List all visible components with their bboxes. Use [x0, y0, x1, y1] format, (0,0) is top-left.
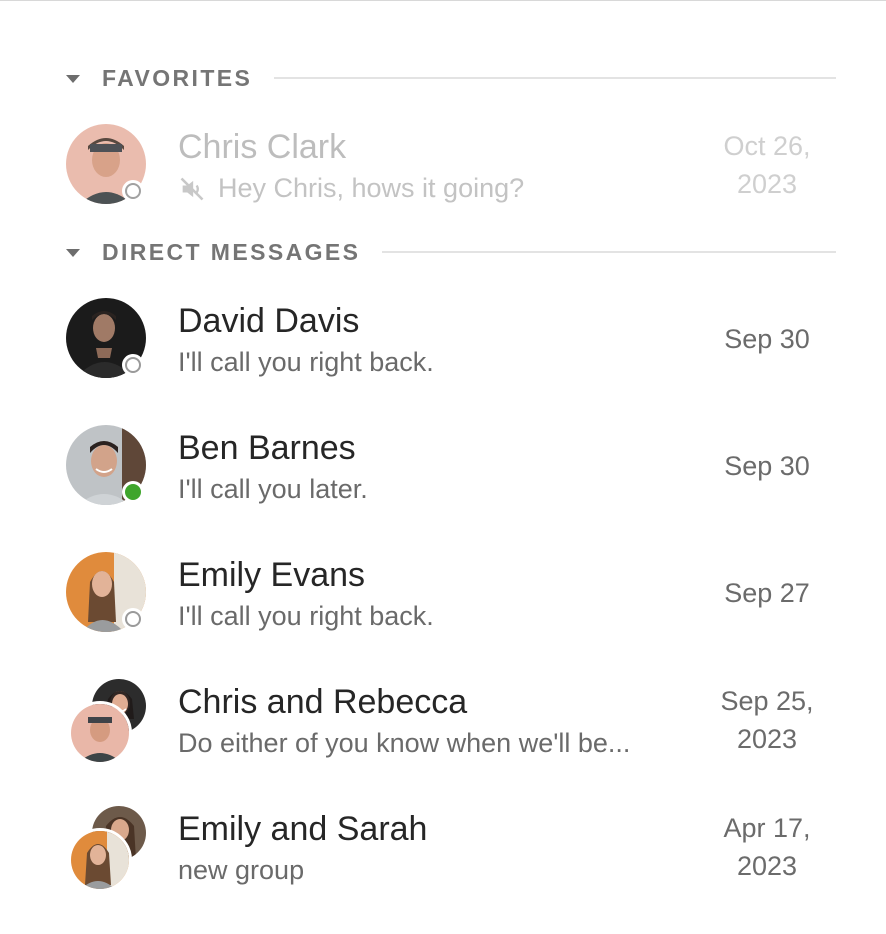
conversation-preview-text: Hey Chris, hows it going?: [218, 173, 525, 203]
top-divider: [0, 0, 886, 1]
conversation-name: Emily Evans: [178, 556, 366, 594]
conversation-row-emily-and-sarah[interactable]: Emily and Sarah new group Apr 17, 2023: [0, 806, 886, 934]
conversation-row-chris-and-rebecca[interactable]: Chris and Rebecca Do either of you know …: [0, 679, 886, 807]
avatar: [66, 124, 150, 208]
avatar: [66, 298, 150, 382]
section-divider: [274, 77, 836, 79]
date-line-2: 2023: [736, 724, 798, 754]
conversation-name: Chris Clark: [178, 128, 347, 166]
presence-offline-indicator: [122, 180, 144, 202]
conversation-preview: I'll call you right back.: [178, 601, 434, 631]
date-line-1: Oct 26,: [723, 131, 811, 161]
avatar-image-emily: [68, 828, 132, 892]
conversation-name: David Davis: [178, 302, 360, 340]
caret-down-icon[interactable]: [66, 249, 80, 257]
presence-offline-indicator: [122, 354, 144, 376]
conversation-name: Emily and Sarah: [178, 810, 428, 848]
conversation-date: Oct 26, 2023: [702, 127, 832, 203]
group-avatar: [66, 806, 150, 892]
conversation-name: Ben Barnes: [178, 429, 356, 467]
caret-down-icon[interactable]: [66, 75, 80, 83]
avatar: [66, 552, 150, 636]
conversation-row-chris-clark[interactable]: Chris Clark Hey Chris, hows it going? Oc…: [0, 124, 886, 252]
conversation-date: Sep 25, 2023: [702, 682, 832, 758]
conversation-preview: new group: [178, 855, 305, 885]
group-avatar: [66, 679, 150, 765]
conversation-date: Sep 27: [724, 578, 810, 608]
conversation-date: Apr 17, 2023: [702, 809, 832, 885]
conversation-preview: Hey Chris, hows it going?: [178, 173, 524, 204]
date-line-1: Sep 25,: [720, 686, 814, 716]
conversation-date: Sep 30: [724, 451, 810, 481]
conversation-date: Sep 30: [724, 324, 810, 354]
section-title-favorites: FAVORITES: [102, 64, 253, 91]
date-line-2: 2023: [736, 851, 798, 881]
conversation-row-david-davis[interactable]: David Davis I'll call you right back. Se…: [0, 298, 886, 426]
conversation-preview: I'll call you later.: [178, 474, 368, 504]
section-title-direct-messages: DIRECT MESSAGES: [102, 238, 361, 265]
presence-online-indicator: [122, 481, 144, 503]
conversation-preview: I'll call you right back.: [178, 347, 434, 377]
section-divider: [382, 251, 836, 253]
date-line-1: Apr 17,: [723, 813, 811, 843]
conversation-row-emily-evans[interactable]: Emily Evans I'll call you right back. Se…: [0, 552, 886, 680]
favorites-section-header[interactable]: FAVORITES: [66, 63, 836, 93]
conversation-row-ben-barnes[interactable]: Ben Barnes I'll call you later. Sep 30: [0, 425, 886, 553]
mute-icon: [180, 177, 204, 200]
conversation-name: Chris and Rebecca: [178, 683, 468, 721]
conversation-preview: Do either of you know when we'll be...: [178, 728, 631, 758]
date-line-2: 2023: [736, 169, 798, 199]
avatar-image-chris: [68, 701, 132, 765]
presence-offline-indicator: [122, 608, 144, 630]
avatar: [66, 425, 150, 509]
direct-messages-section-header[interactable]: DIRECT MESSAGES: [66, 237, 836, 267]
